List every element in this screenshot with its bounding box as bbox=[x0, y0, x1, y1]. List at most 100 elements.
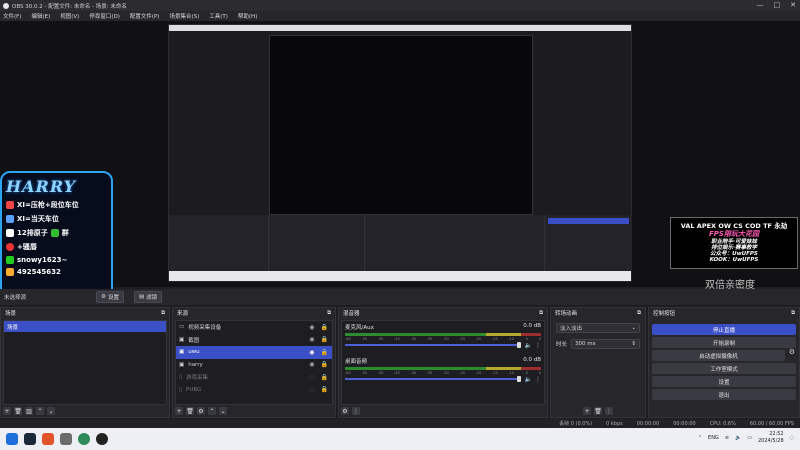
source-item-selected[interactable]: ▣ uwu ◉ 🔒 bbox=[176, 346, 332, 359]
more-icon[interactable]: ⋮ bbox=[535, 376, 541, 383]
preview-canvas[interactable] bbox=[168, 24, 632, 282]
lock-icon[interactable]: 🔒 bbox=[321, 324, 328, 331]
source-item[interactable]: ▣ 截图 ◉ 🔒 bbox=[176, 334, 332, 347]
steam-icon[interactable] bbox=[24, 433, 36, 445]
transition-select[interactable]: 淡入淡出 ⌄ bbox=[556, 323, 640, 333]
volume-slider[interactable]: 🔈 ⋮ bbox=[345, 376, 541, 383]
wifi-icon[interactable]: ≋ bbox=[725, 435, 729, 441]
eye-off-icon[interactable]: ◌ bbox=[309, 374, 314, 381]
move-down-icon[interactable]: ⌄ bbox=[47, 407, 55, 415]
title-bar: OBS 30.0.2 - 配置文件: 未命名 - 场景: 未命名 — □ ✕ bbox=[0, 0, 800, 11]
popout-icon[interactable]: ⧉ bbox=[161, 310, 165, 317]
popout-icon[interactable]: ⧉ bbox=[539, 310, 543, 317]
popout-icon[interactable]: ⧉ bbox=[327, 310, 331, 317]
volume-slider[interactable]: 🔈 ⋮ bbox=[345, 342, 541, 349]
obs-icon[interactable] bbox=[96, 433, 108, 445]
more-icon[interactable]: ⋮ bbox=[352, 407, 360, 415]
duration-field[interactable]: 300 ms ⇕ bbox=[571, 339, 640, 349]
popout-icon[interactable]: ⧉ bbox=[791, 310, 795, 317]
move-up-icon[interactable]: ⌃ bbox=[36, 407, 44, 415]
close-button[interactable]: ✕ bbox=[790, 1, 796, 9]
speaker-icon[interactable]: 🔈 bbox=[525, 342, 532, 349]
overlay-line-suffix: 群 bbox=[61, 229, 69, 237]
start-virtual-camera-button[interactable]: 启动虚拟摄像机 bbox=[652, 350, 785, 361]
source-item[interactable]: ▯ PUBG ◌ 🔒 bbox=[176, 384, 332, 397]
battery-icon[interactable]: ▭ bbox=[747, 435, 752, 441]
duration-label: 时长 bbox=[556, 342, 568, 348]
eye-icon[interactable]: ◉ bbox=[309, 361, 314, 368]
virtual-camera-settings-icon[interactable]: ⚙ bbox=[789, 348, 795, 356]
speaker-icon[interactable]: 🔈 bbox=[735, 435, 741, 441]
image-icon: ▣ bbox=[179, 336, 185, 343]
lang-indicator[interactable]: ENG bbox=[708, 435, 719, 441]
minimize-button[interactable]: — bbox=[757, 1, 764, 9]
menu-tools[interactable]: 工具(T) bbox=[209, 12, 228, 20]
start-recording-button[interactable]: 开始录制 bbox=[652, 337, 796, 348]
menu-view[interactable]: 视图(V) bbox=[60, 12, 79, 20]
studio-mode-button[interactable]: 工作室模式 bbox=[652, 363, 796, 374]
eye-icon[interactable]: ◉ bbox=[309, 336, 314, 343]
stepper-icon: ⇕ bbox=[631, 341, 636, 347]
settings-button[interactable]: 设置 bbox=[652, 376, 796, 387]
notification-icon[interactable]: ◌ bbox=[790, 435, 794, 441]
eye-icon[interactable]: ◉ bbox=[309, 324, 314, 331]
volume-meter bbox=[345, 333, 541, 336]
lock-icon[interactable]: 🔒 bbox=[321, 349, 328, 356]
popout-icon[interactable]: ⧉ bbox=[637, 310, 641, 317]
image-icon: ▣ bbox=[179, 361, 185, 368]
maximize-button[interactable]: □ bbox=[774, 1, 781, 9]
menu-docks[interactable]: 停靠窗口(D) bbox=[89, 12, 120, 20]
menu-edit[interactable]: 编辑(E) bbox=[31, 12, 50, 20]
obs-logo-icon bbox=[3, 2, 9, 9]
advanced-audio-icon[interactable]: ⚙ bbox=[341, 407, 349, 415]
rec-time: 00:00:00 bbox=[673, 420, 696, 427]
eye-off-icon[interactable]: ◌ bbox=[309, 386, 314, 393]
lock-icon[interactable]: 🔒 bbox=[321, 374, 328, 381]
source-item[interactable]: ▯ 游戏采集 ◌ 🔒 bbox=[176, 371, 332, 384]
trash-icon[interactable]: 🗑 bbox=[186, 407, 194, 415]
stop-streaming-button[interactable]: 停止直播 bbox=[652, 324, 796, 335]
lock-icon[interactable]: 🔒 bbox=[321, 361, 328, 368]
controls-dock: 控制按钮 ⧉ 停止直播 开始录制 启动虚拟摄像机 工作室模式 设置 退出 ⚙ bbox=[648, 307, 800, 418]
exit-button[interactable]: 退出 bbox=[652, 389, 796, 400]
menu-file[interactable]: 文件(F) bbox=[3, 12, 21, 20]
clock[interactable]: 22:52 2024/5/28 bbox=[758, 431, 784, 445]
menu-scene-collection[interactable]: 场景集合(S) bbox=[169, 12, 199, 20]
eye-icon[interactable]: ◉ bbox=[309, 349, 314, 356]
scene-item[interactable]: 场景 bbox=[4, 321, 166, 332]
chrome-icon[interactable] bbox=[78, 433, 90, 445]
move-up-icon[interactable]: ⌃ bbox=[208, 407, 216, 415]
filters-button[interactable]: ▤ 滤镜 bbox=[133, 291, 163, 303]
source-item[interactable]: ▭ 视频采集设备 ◉ 🔒 bbox=[176, 321, 332, 334]
trash-icon[interactable]: 🗑 bbox=[14, 407, 22, 415]
gear-icon[interactable]: ⚙ bbox=[197, 407, 205, 415]
source-list: ▭ 视频采集设备 ◉ 🔒 ▣ 截图 ◉ 🔒 ▣ uwu ◉ 🔒 ▣ harry ◉ 🔒 ▯ 游戏采集 ◌ 🔒 … bbox=[175, 320, 333, 405]
game-icon: ▯ bbox=[179, 374, 183, 381]
more-icon[interactable]: ⋮ bbox=[605, 407, 613, 415]
properties-button[interactable]: ⚙ 设置 bbox=[96, 291, 124, 303]
filter-icon: ▤ bbox=[138, 294, 145, 300]
trash-icon[interactable]: 🗑 bbox=[594, 407, 602, 415]
menu-help[interactable]: 帮助(H) bbox=[238, 12, 257, 20]
windows-start-icon[interactable] bbox=[6, 433, 18, 445]
add-icon[interactable]: + bbox=[175, 407, 183, 415]
lock-icon[interactable]: 🔒 bbox=[321, 336, 328, 343]
add-icon[interactable]: + bbox=[3, 407, 11, 415]
menu-profile[interactable]: 配置文件(P) bbox=[130, 12, 160, 20]
add-icon[interactable]: + bbox=[583, 407, 591, 415]
bitrate: 0 kbps bbox=[606, 420, 623, 427]
source-item[interactable]: ▣ harry ◉ 🔒 bbox=[176, 359, 332, 372]
lock-icon[interactable]: 🔒 bbox=[321, 386, 328, 393]
nested-screen-capture bbox=[168, 24, 632, 282]
chevron-up-icon[interactable]: ⌃ bbox=[698, 435, 702, 441]
preview-area[interactable]: HARRY XI=压枪+段位车位 XI=当天车位 12排原子 群 +骚唇 snow… bbox=[0, 21, 800, 301]
menu-bar: 文件(F) 编辑(E) 视图(V) 停靠窗口(D) 配置文件(P) 场景集合(S… bbox=[0, 11, 800, 21]
app-icon[interactable] bbox=[60, 433, 72, 445]
move-down-icon[interactable]: ⌄ bbox=[219, 407, 227, 415]
more-icon[interactable]: ⋮ bbox=[535, 342, 541, 349]
speaker-icon[interactable]: 🔈 bbox=[525, 376, 532, 383]
filter-icon[interactable]: ▥ bbox=[25, 407, 33, 415]
overlay-name: HARRY bbox=[6, 177, 77, 196]
ad-line: FPS陪玩大花园 bbox=[709, 230, 759, 238]
app-icon[interactable] bbox=[42, 433, 54, 445]
